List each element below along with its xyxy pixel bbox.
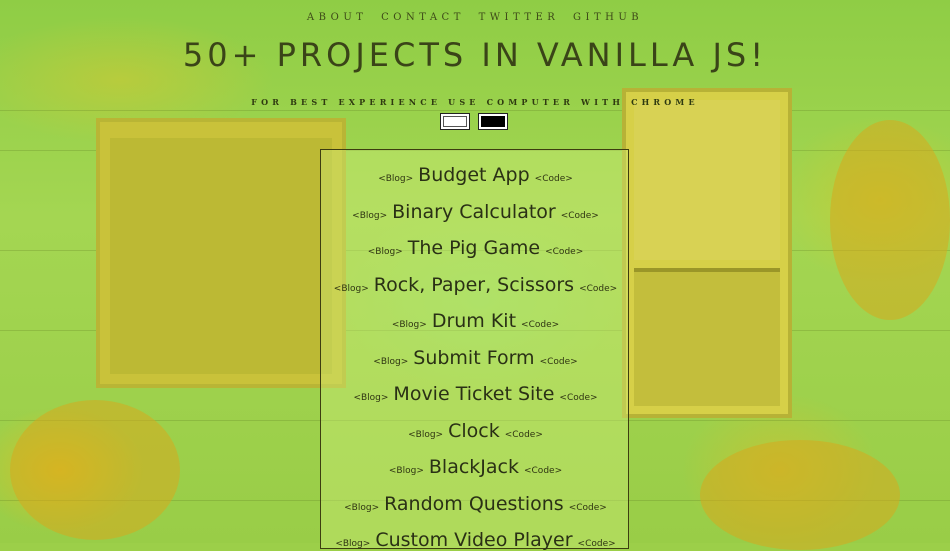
theme-toggle-group (440, 113, 508, 130)
blog-link[interactable]: <Blog> (344, 503, 379, 513)
project-item: <Blog> BlackJack <Code> (321, 456, 630, 478)
dark-theme-button[interactable] (478, 113, 508, 130)
mural-fish-shape (10, 400, 180, 540)
nav-link-github[interactable]: Github (573, 12, 643, 23)
project-item: <Blog> Clock <Code> (321, 420, 630, 442)
blog-link[interactable]: <Blog> (389, 466, 424, 476)
code-link[interactable]: <Code> (535, 174, 573, 184)
page-subtitle: For best experience use computer with ch… (251, 97, 699, 107)
blog-link[interactable]: <Blog> (352, 211, 387, 221)
page-title: 50+ PROJECTS IN VANILLA JS! (182, 36, 768, 74)
project-name-link[interactable]: BlackJack (429, 456, 519, 478)
project-item: <Blog> Drum Kit <Code> (321, 310, 630, 332)
code-link[interactable]: <Code> (505, 430, 543, 440)
blog-link[interactable]: <Blog> (334, 284, 369, 294)
code-link[interactable]: <Code> (545, 247, 583, 257)
code-link[interactable]: <Code> (524, 466, 562, 476)
blog-link[interactable]: <Blog> (408, 430, 443, 440)
project-item: <Blog> Custom Video Player <Code> (321, 529, 630, 551)
project-name-link[interactable]: Random Questions (384, 493, 564, 515)
project-item: <Blog> Budget App <Code> (321, 164, 630, 186)
project-name-link[interactable]: Rock, Paper, Scissors (374, 274, 574, 296)
blog-link[interactable]: <Blog> (335, 539, 370, 549)
top-nav: About Contact Twitter Github (0, 12, 950, 23)
nav-link-contact[interactable]: Contact (381, 12, 465, 23)
blog-link[interactable]: <Blog> (378, 174, 413, 184)
project-name-link[interactable]: Binary Calculator (392, 201, 556, 223)
nav-link-twitter[interactable]: Twitter (479, 12, 560, 23)
code-link[interactable]: <Code> (569, 503, 607, 513)
blog-link[interactable]: <Blog> (392, 320, 427, 330)
project-item: <Blog> Binary Calculator <Code> (321, 201, 630, 223)
code-link[interactable]: <Code> (578, 539, 616, 549)
project-name-link[interactable]: Movie Ticket Site (393, 383, 554, 405)
light-theme-button[interactable] (440, 113, 470, 130)
project-item: <Blog> Random Questions <Code> (321, 493, 630, 515)
project-name-link[interactable]: Budget App (418, 164, 530, 186)
blog-link[interactable]: <Blog> (368, 247, 403, 257)
code-link[interactable]: <Code> (521, 320, 559, 330)
nav-link-about[interactable]: About (307, 12, 368, 23)
project-name-link[interactable]: Custom Video Player (375, 529, 572, 551)
mural-fish-shape (700, 440, 900, 550)
wall-plank-line (0, 110, 950, 111)
blog-link[interactable]: <Blog> (373, 357, 408, 367)
project-name-link[interactable]: Drum Kit (432, 310, 516, 332)
code-link[interactable]: <Code> (559, 393, 597, 403)
project-name-link[interactable]: The Pig Game (408, 237, 540, 259)
project-item: <Blog> Submit Form <Code> (321, 347, 630, 369)
project-item: <Blog> Rock, Paper, Scissors <Code> (321, 274, 630, 296)
project-name-link[interactable]: Clock (448, 420, 500, 442)
project-name-link[interactable]: Submit Form (413, 347, 534, 369)
mural-dolphin-shape (830, 120, 950, 320)
background-window-left (96, 118, 346, 388)
code-link[interactable]: <Code> (561, 211, 599, 221)
project-item: <Blog> The Pig Game <Code> (321, 237, 630, 259)
project-item: <Blog> Movie Ticket Site <Code> (321, 383, 630, 405)
blog-link[interactable]: <Blog> (353, 393, 388, 403)
code-link[interactable]: <Code> (540, 357, 578, 367)
project-list: <Blog> Budget App <Code> <Blog> Binary Calcu… (320, 149, 630, 551)
background-window-right (622, 88, 792, 418)
code-link[interactable]: <Code> (579, 284, 617, 294)
